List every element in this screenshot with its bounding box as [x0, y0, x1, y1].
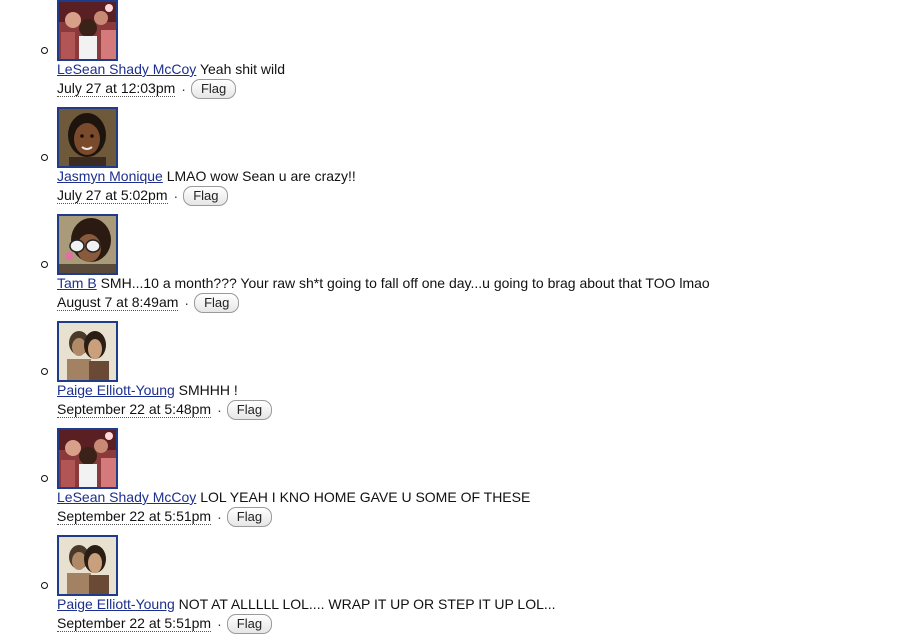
avatar[interactable]: [57, 535, 118, 596]
list-bullet: [41, 261, 48, 268]
comment-item: Jasmyn Monique LMAO wow Sean u are crazy…: [0, 54, 900, 206]
comment-item: Tam B SMH...10 a month??? Your raw sh*t …: [0, 161, 900, 313]
list-bullet: [41, 582, 48, 589]
flag-button[interactable]: Flag: [226, 614, 273, 634]
author-link[interactable]: Paige Elliott-Young: [57, 596, 175, 612]
avatar[interactable]: [57, 214, 118, 275]
separator-dot: ·: [217, 616, 222, 632]
avatar[interactable]: [57, 321, 118, 382]
timestamp[interactable]: September 22 at 5:51pm: [57, 616, 212, 632]
list-bullet: [41, 368, 48, 375]
avatar-image: [59, 2, 116, 59]
comment-item: Paige Elliott-Young SMHHH ! September 22…: [0, 268, 900, 420]
comment-item: LeSean Shady McCoy LOL YEAH I KNO HOME G…: [0, 375, 900, 527]
comment-item: LeSean Shady McCoy Yeah shit wild July 2…: [0, 0, 900, 99]
avatar-image: [59, 109, 116, 166]
list-bullet: [41, 154, 48, 161]
comment-item: Paige Elliott-Young NOT AT ALLLLL LOL...…: [0, 482, 900, 634]
avatar-image: [59, 430, 116, 487]
comment-body: Paige Elliott-Young NOT AT ALLLLL LOL...…: [57, 596, 556, 612]
comment-list: LeSean Shady McCoy Yeah shit wild July 2…: [0, 0, 900, 634]
avatar-image: [59, 537, 116, 594]
list-bullet: [41, 475, 48, 482]
comment-text: NOT AT ALLLLL LOL.... WRAP IT UP OR STEP…: [174, 596, 556, 612]
avatar-image: [59, 216, 116, 273]
avatar[interactable]: [57, 0, 118, 61]
list-bullet: [41, 47, 48, 54]
avatar[interactable]: [57, 428, 118, 489]
avatar[interactable]: [57, 107, 118, 168]
comment-meta: September 22 at 5:51pm · Flag: [57, 614, 273, 634]
avatar-image: [59, 323, 116, 380]
